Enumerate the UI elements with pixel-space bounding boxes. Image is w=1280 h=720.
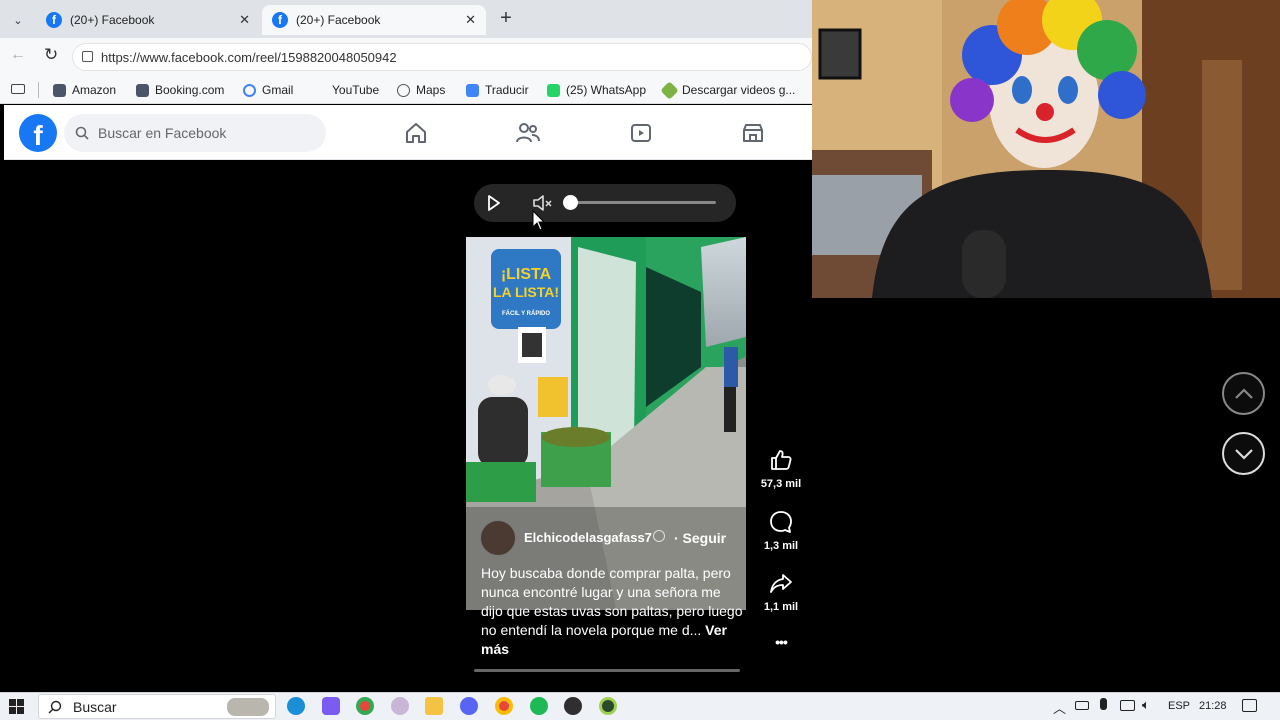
language-indicator[interactable]: ESP: [1168, 700, 1190, 712]
notifications-icon[interactable]: [1242, 699, 1257, 712]
search-icon: [48, 700, 62, 714]
youtube-icon: [313, 84, 326, 97]
files-icon[interactable]: [425, 697, 443, 715]
video-sign-line-2: LA LISTA!: [493, 284, 559, 300]
chevron-up-icon[interactable]: ︿: [1053, 698, 1066, 717]
verified-globe-icon: [653, 530, 665, 542]
windows-start-icon[interactable]: [9, 699, 24, 714]
caption-text: Hoy buscaba donde comprar palta, pero nu…: [481, 565, 743, 638]
speaker-icon[interactable]: 🔈︎: [1142, 697, 1150, 713]
home-icon[interactable]: [401, 118, 431, 148]
url-text: https://www.facebook.com/reel/1598820048…: [101, 49, 397, 65]
like-icon: [771, 450, 792, 470]
reel-caption: Hoy buscaba donde comprar palta, pero nu…: [481, 564, 743, 659]
site-info-icon[interactable]: [82, 51, 93, 62]
tab-facebook-1[interactable]: f (20+) Facebook ✕: [36, 5, 260, 35]
reel-video[interactable]: ¡LISTA LA LISTA! FÁCIL Y RÁPIDO Elchicod…: [466, 237, 746, 610]
network-icon[interactable]: [1120, 700, 1135, 711]
obs-icon[interactable]: [564, 697, 582, 715]
share-icon: [770, 574, 792, 593]
webcam-scene: [812, 0, 1280, 298]
edge-icon[interactable]: [287, 697, 305, 715]
translate-icon: [466, 83, 479, 97]
watch-icon[interactable]: [626, 118, 656, 148]
comment-icon: [770, 511, 792, 533]
bookmark-youtube[interactable]: YouTube: [313, 81, 379, 99]
next-reel-button[interactable]: [1222, 432, 1265, 475]
like-count: 57,3 mil: [760, 478, 802, 490]
google-icon: [243, 83, 256, 97]
close-tab-icon[interactable]: ✕: [239, 12, 250, 28]
reload-icon[interactable]: ↻: [44, 45, 58, 65]
mouse-cursor-icon: [532, 210, 545, 231]
tab-list-dropdown-icon[interactable]: ⌄: [8, 10, 28, 30]
app-icon[interactable]: [599, 697, 617, 715]
new-tab-button[interactable]: +: [496, 7, 516, 31]
leaf-icon: [660, 80, 679, 100]
bookmark-traducir[interactable]: Traducir: [466, 81, 529, 99]
app-icon[interactable]: [391, 697, 409, 715]
bookmark-amazon[interactable]: Amazon: [53, 81, 116, 99]
chevron-up-icon: [1234, 387, 1253, 399]
bookmark-booking[interactable]: Booking.com: [136, 81, 224, 99]
chrome-icon[interactable]: [495, 697, 513, 715]
bookmarks-divider: [38, 82, 39, 98]
copilot-icon[interactable]: [322, 697, 340, 715]
globe-icon: [397, 83, 410, 97]
microphone-icon[interactable]: [1100, 698, 1107, 710]
facebook-favicon-icon: f: [46, 12, 62, 28]
tab-title: (20+) Facebook: [70, 13, 155, 27]
close-tab-icon[interactable]: ✕: [465, 12, 476, 28]
video-sign-line-1: ¡LISTA: [501, 266, 552, 283]
reel-progress-bar[interactable]: [474, 669, 740, 672]
author-name[interactable]: Elchicodelasgafass7: [524, 530, 652, 545]
comment-action[interactable]: 1,3 mil: [758, 510, 804, 552]
tab-facebook-2[interactable]: f (20+) Facebook ✕: [262, 5, 486, 35]
follow-button[interactable]: · Seguir: [674, 530, 726, 546]
tab-title: (20+) Facebook: [296, 13, 381, 27]
amazon-icon: [53, 83, 66, 97]
video-scene: ¡LISTA LA LISTA! FÁCIL Y RÁPIDO: [466, 237, 746, 610]
friends-icon[interactable]: [513, 118, 543, 148]
video-sign-line-3: FÁCIL Y RÁPIDO: [502, 310, 550, 317]
clock[interactable]: 21:28: [1199, 700, 1227, 712]
search-highlight-icon: [227, 698, 269, 716]
volume-slider-track[interactable]: [571, 201, 716, 204]
volume-slider-thumb[interactable]: [563, 195, 578, 210]
more-options-icon[interactable]: •••: [758, 634, 804, 650]
facebook-logo-icon[interactable]: f: [19, 114, 57, 152]
play-icon: [488, 195, 500, 211]
bookmark-whatsapp[interactable]: (25) WhatsApp: [547, 81, 646, 99]
battery-icon[interactable]: [1075, 701, 1089, 710]
back-icon[interactable]: ←: [10, 46, 26, 64]
previous-reel-button[interactable]: [1222, 372, 1265, 415]
spotify-icon[interactable]: [530, 697, 548, 715]
taskbar-search[interactable]: Buscar: [38, 694, 276, 719]
bookmark-descargar[interactable]: Descargar videos g...: [660, 80, 795, 100]
player-controls: [474, 184, 736, 222]
share-action[interactable]: 1,1 mil: [758, 571, 804, 613]
chevron-down-icon: [1234, 448, 1253, 460]
whatsapp-icon: [547, 83, 560, 97]
marketplace-icon[interactable]: [738, 118, 768, 148]
search-icon: [75, 126, 89, 140]
play-button[interactable]: [484, 193, 504, 213]
comment-count: 1,3 mil: [763, 540, 799, 552]
share-count: 1,1 mil: [763, 601, 799, 613]
like-action[interactable]: 57,3 mil: [758, 448, 804, 490]
chrome-icon[interactable]: [356, 697, 374, 715]
facebook-favicon-icon: f: [272, 12, 288, 28]
booking-icon: [136, 83, 149, 97]
url-field[interactable]: https://www.facebook.com/reel/1598820048…: [72, 43, 812, 71]
bookmark-maps[interactable]: Maps: [397, 81, 445, 99]
bookmarks-apps-icon[interactable]: [11, 84, 25, 94]
author-avatar[interactable]: [480, 520, 516, 556]
webcam-overlay: [812, 0, 1280, 298]
bookmark-gmail[interactable]: Gmail: [243, 81, 293, 99]
discord-icon[interactable]: [460, 697, 478, 715]
facebook-search-input[interactable]: Buscar en Facebook: [64, 114, 326, 152]
